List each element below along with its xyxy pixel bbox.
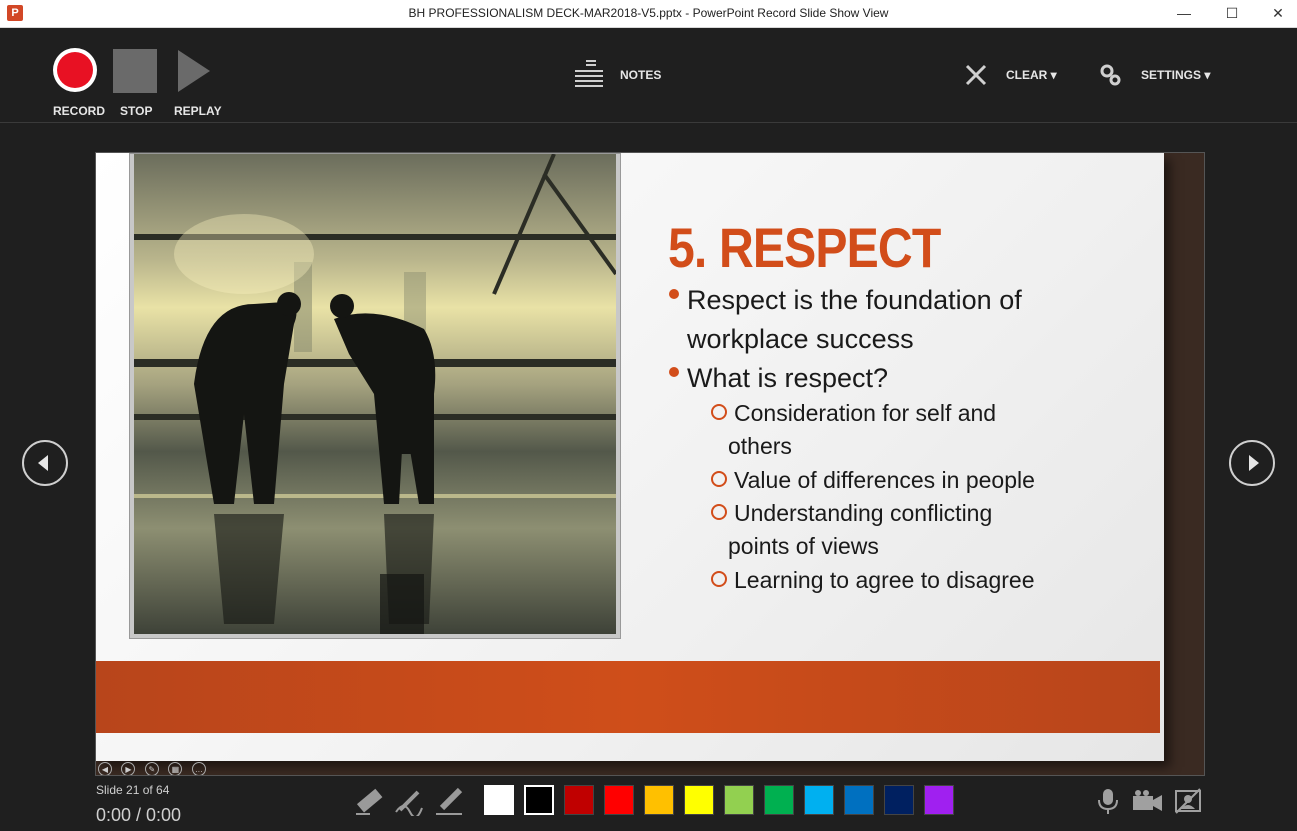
replay-label: REPLAY bbox=[174, 104, 222, 118]
bullet-text-continued: workplace success bbox=[687, 324, 914, 354]
slide-mini-controls: ◀ ▶ ✎ ▦ … bbox=[98, 759, 211, 775]
mini-more-icon[interactable]: … bbox=[191, 762, 206, 775]
slide-title: 5. RESPECT bbox=[668, 216, 941, 279]
gear-icon[interactable] bbox=[1099, 62, 1123, 88]
slide-paper: 5. RESPECT Respect is the foundation of … bbox=[96, 153, 1164, 761]
sub-bullet-text-continued: others bbox=[728, 433, 792, 459]
sub-bullet-text: Learning to agree to disagree bbox=[734, 567, 1035, 593]
window-title-bar: P BH PROFESSIONALISM DECK-MAR2018-V5.ppt… bbox=[0, 0, 1297, 28]
window-title: BH PROFESSIONALISM DECK-MAR2018-V5.pptx … bbox=[408, 6, 889, 20]
microphone-icon[interactable] bbox=[1094, 788, 1122, 814]
eraser-icon[interactable] bbox=[354, 786, 384, 816]
notes-icon[interactable] bbox=[575, 58, 605, 90]
clear-x-icon[interactable] bbox=[965, 64, 987, 86]
record-button[interactable] bbox=[53, 48, 97, 92]
sub-bullet-text: Value of differences in people bbox=[734, 467, 1035, 493]
ink-color-green[interactable] bbox=[764, 785, 794, 815]
chevron-right-icon bbox=[1249, 455, 1259, 471]
sub-bullet-ring bbox=[711, 471, 727, 487]
maximize-button[interactable]: ☐ bbox=[1209, 0, 1255, 27]
slide-stage: 5. RESPECT Respect is the foundation of … bbox=[95, 152, 1205, 776]
sub-bullet-ring bbox=[711, 504, 727, 520]
slide-photo bbox=[134, 154, 616, 634]
sub-bullet-ring bbox=[711, 404, 727, 420]
pen-icon[interactable] bbox=[394, 786, 424, 816]
sub-bullet-text: Consideration for self and bbox=[734, 400, 997, 426]
close-button[interactable]: ✕ bbox=[1255, 0, 1297, 27]
notes-button[interactable]: NOTES bbox=[620, 68, 661, 82]
ink-color-black[interactable] bbox=[524, 785, 554, 815]
slide-footer-bar bbox=[96, 661, 1160, 733]
next-slide-button[interactable] bbox=[1229, 440, 1275, 486]
ink-color-light-green[interactable] bbox=[724, 785, 754, 815]
ink-color-red[interactable] bbox=[604, 785, 634, 815]
ink-color-white[interactable] bbox=[484, 785, 514, 815]
settings-dropdown[interactable]: SETTINGS ▾ bbox=[1141, 68, 1210, 82]
clear-dropdown[interactable]: CLEAR ▾ bbox=[1006, 68, 1057, 82]
recording-timer: 0:00 / 0:00 bbox=[96, 805, 182, 825]
ink-color-dark-red[interactable] bbox=[564, 785, 594, 815]
chevron-left-icon bbox=[38, 455, 48, 471]
mini-pen-icon[interactable]: ✎ bbox=[144, 762, 159, 775]
slide-photo-frame bbox=[129, 153, 621, 639]
bullet-text: What is respect? bbox=[687, 363, 889, 393]
ink-color-light-blue[interactable] bbox=[804, 785, 834, 815]
highlighter-icon[interactable] bbox=[434, 786, 464, 816]
ink-color-blue[interactable] bbox=[844, 785, 874, 815]
record-label: RECORD bbox=[53, 104, 106, 118]
bullet-dot bbox=[669, 289, 679, 299]
stop-label: STOP bbox=[120, 104, 153, 118]
previous-slide-button[interactable] bbox=[22, 440, 68, 486]
camera-preview-off-icon[interactable] bbox=[1174, 788, 1202, 814]
mini-previous-icon[interactable]: ◀ bbox=[98, 762, 112, 775]
ink-color-purple[interactable] bbox=[924, 785, 954, 815]
ink-color-yellow[interactable] bbox=[684, 785, 714, 815]
recording-toolbar: RECORD STOP REPLAY NOTES CLEAR ▾ SETTING… bbox=[0, 28, 1297, 123]
bullet-dot bbox=[669, 367, 679, 377]
sub-bullet-ring bbox=[711, 571, 727, 587]
ink-color-orange[interactable] bbox=[644, 785, 674, 815]
mini-next-icon[interactable]: ▶ bbox=[121, 762, 136, 775]
camera-icon[interactable] bbox=[1132, 788, 1164, 814]
sub-bullet-text-continued: points of views bbox=[728, 533, 879, 559]
ink-color-dark-blue[interactable] bbox=[884, 785, 914, 815]
sub-bullet-text: Understanding conflicting bbox=[734, 500, 993, 526]
replay-button[interactable] bbox=[178, 50, 210, 92]
bowing-businessmen-illustration bbox=[134, 154, 616, 634]
minimize-button[interactable]: — bbox=[1161, 0, 1207, 27]
stop-button[interactable] bbox=[113, 49, 157, 93]
mini-slides-icon[interactable]: ▦ bbox=[168, 762, 183, 775]
bullet-text: Respect is the foundation of bbox=[687, 285, 1022, 315]
slide-counter: Slide 21 of 64 bbox=[96, 783, 170, 797]
